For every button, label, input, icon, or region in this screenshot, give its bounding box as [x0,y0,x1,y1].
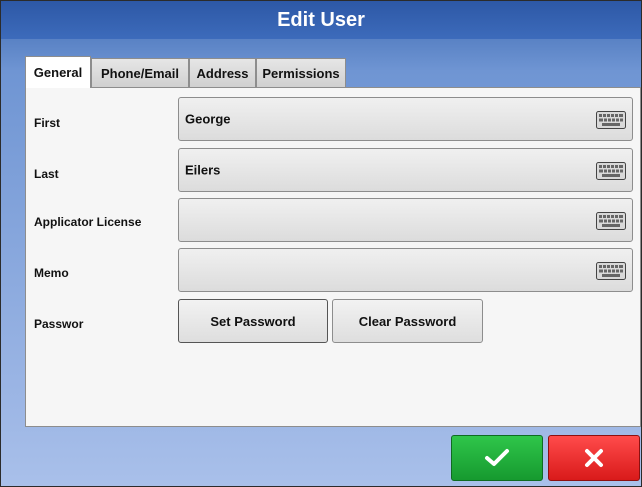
keyboard-icon[interactable] [596,162,626,180]
keyboard-icon[interactable] [596,212,626,230]
clear-password-button[interactable]: Clear Password [332,299,483,343]
last-label: Last [34,167,59,181]
applicator-license-label: Applicator License [34,215,142,229]
tab-general[interactable]: General [25,56,91,88]
general-panel: First George Last Eilers Applicator Lice… [25,87,641,427]
applicator-license-field[interactable] [178,198,633,242]
tab-permissions[interactable]: Permissions [256,58,346,88]
ok-button[interactable] [451,435,543,481]
keyboard-icon[interactable] [596,262,626,280]
set-password-button[interactable]: Set Password [178,299,328,343]
checkmark-icon [485,449,509,466]
first-field[interactable]: George [178,97,633,141]
cancel-button[interactable] [548,435,640,481]
memo-label: Memo [34,266,69,280]
close-icon [585,449,603,467]
keyboard-icon[interactable] [596,111,626,129]
dialog-title: Edit User [1,1,641,39]
memo-field[interactable] [178,248,633,292]
first-value: George [185,111,231,127]
last-field[interactable]: Eilers [178,148,633,192]
first-label: First [34,116,61,130]
tab-phone-email[interactable]: Phone/Email [91,58,189,88]
tab-bar: General Phone/Email Address Permissions [25,56,346,88]
edit-user-dialog: Edit User General Phone/Email Address Pe… [0,0,642,487]
last-value: Eilers [185,162,221,178]
password-label: Passwor [34,317,84,331]
tab-address[interactable]: Address [189,58,256,88]
